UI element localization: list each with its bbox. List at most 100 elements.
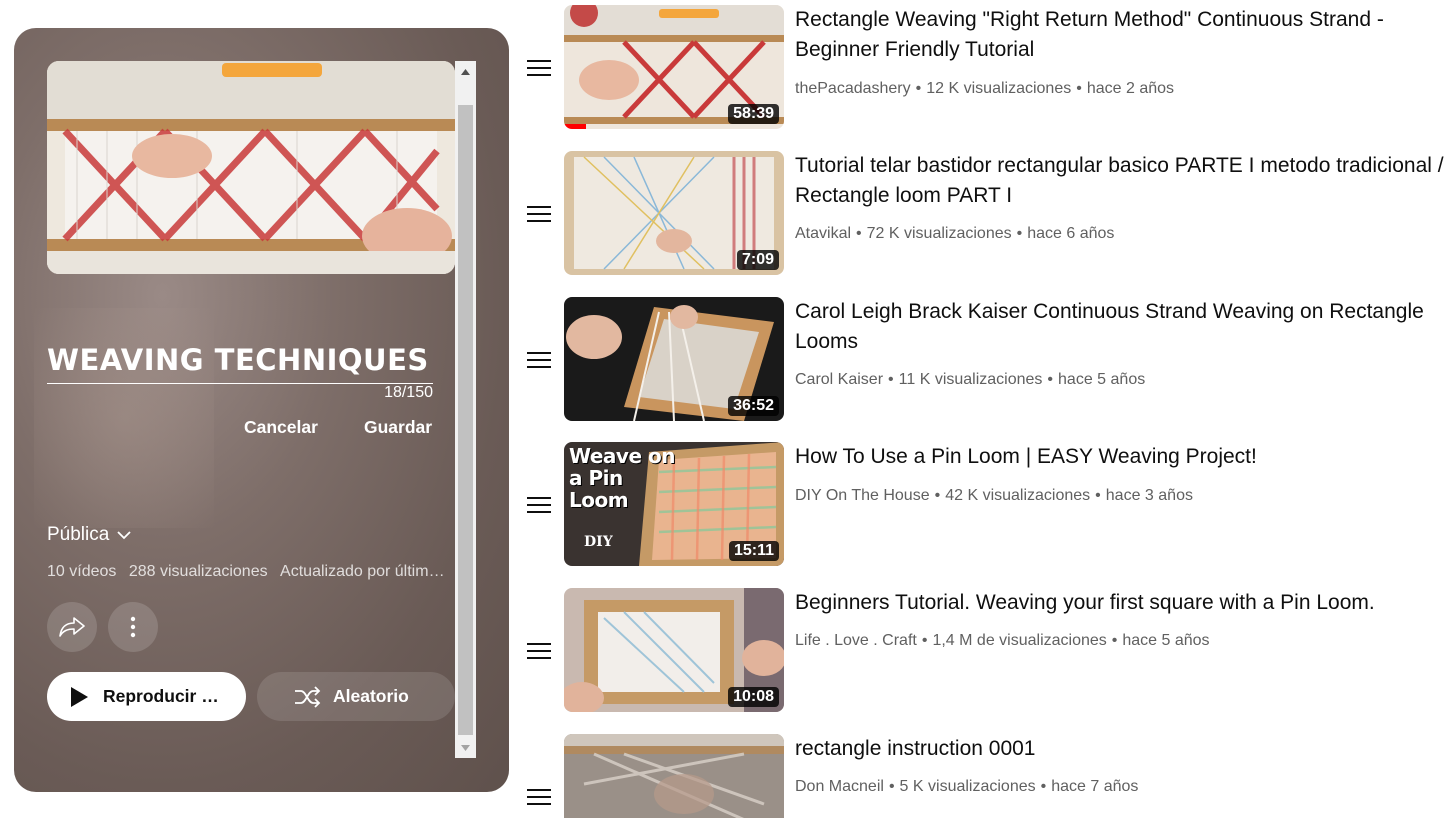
separator: •: [856, 225, 862, 242]
watch-progress-bar: [564, 124, 586, 129]
video-title[interactable]: Rectangle Weaving "Right Return Method" …: [795, 5, 1444, 65]
chevron-down-icon: [117, 531, 131, 540]
video-metadata: thePacadashery • 12 K visualizaciones • hace…: [795, 80, 1174, 98]
scrollbar-thumb[interactable]: [458, 105, 473, 735]
video-duration: 7:09: [736, 250, 779, 270]
video-metadata: Don Macneil • 5 K visualizaciones • hace 7 a…: [795, 778, 1138, 796]
play-all-button[interactable]: Reproducir todo: [47, 672, 246, 721]
playlist-video-row[interactable]: 36:52 Carol Leigh Brack Kaiser Continuou…: [524, 297, 1444, 421]
separator: •: [1095, 487, 1101, 504]
video-age: hace 5 años: [1122, 632, 1210, 649]
playlist-title-input[interactable]: WEAVING TECHNIQUES: [47, 343, 433, 384]
channel-name[interactable]: thePacadashery: [795, 80, 911, 97]
scroll-up-arrow[interactable]: [455, 61, 476, 82]
separator: •: [888, 778, 895, 795]
drag-handle-icon[interactable]: [527, 789, 551, 805]
last-updated: Actualizado por última vez: [280, 563, 448, 580]
shuffle-button[interactable]: Aleatorio: [257, 672, 455, 721]
video-count: 10 vídeos: [47, 563, 117, 580]
video-title[interactable]: Carol Leigh Brack Kaiser Continuous Stra…: [795, 297, 1444, 357]
drag-handle-icon[interactable]: [527, 60, 551, 76]
triangle-up-icon: [461, 68, 470, 75]
video-duration: 58:39: [728, 104, 779, 124]
video-duration: 36:52: [728, 396, 779, 416]
video-thumbnail[interactable]: [564, 734, 784, 818]
playlist-header-scroll-area: WEAVING TECHNIQUES 18/150 Cancelar Guard…: [47, 61, 475, 791]
thumbnail-image: [564, 734, 784, 818]
more-actions-button[interactable]: [108, 602, 158, 652]
video-thumbnail[interactable]: 7:09: [564, 151, 784, 275]
drag-handle-icon[interactable]: [527, 643, 551, 659]
playlist-cover-image[interactable]: [47, 61, 455, 274]
share-icon: [59, 617, 85, 637]
triangle-down-icon: [461, 744, 470, 751]
separator: •: [934, 487, 941, 504]
playlist-header-panel: WEAVING TECHNIQUES 18/150 Cancelar Guard…: [14, 28, 509, 792]
playlist-video-row[interactable]: 7:09 Tutorial telar bastidor rectangular…: [524, 151, 1444, 275]
video-title[interactable]: rectangle instruction 0001: [795, 734, 1444, 764]
playlist-video-row[interactable]: 10:08 Beginners Tutorial. Weaving your f…: [524, 588, 1444, 712]
drag-handle-icon[interactable]: [527, 352, 551, 368]
video-metadata: Atavikal • 72 K visualizaciones • hace 6 año…: [795, 225, 1114, 243]
separator: •: [1040, 778, 1047, 795]
share-button[interactable]: [47, 602, 97, 652]
playlist-video-row[interactable]: 58:39 Rectangle Weaving "Right Return Me…: [524, 5, 1444, 129]
playlist-stats: 10 vídeos 288 visualizaciones Actualizad…: [47, 563, 451, 581]
video-views: 11 K visualizaciones: [898, 371, 1043, 388]
separator: •: [1111, 632, 1118, 649]
privacy-dropdown[interactable]: Pública: [47, 524, 133, 546]
save-button[interactable]: Guardar: [364, 417, 432, 438]
channel-name[interactable]: Atavikal: [795, 225, 851, 242]
channel-name[interactable]: DIY On The House: [795, 487, 930, 504]
thumbnail-overlay-text: Weave on a Pin Loom: [569, 444, 675, 512]
separator: •: [921, 632, 928, 649]
separator: •: [888, 371, 894, 388]
video-title[interactable]: How To Use a Pin Loom | EASY Weaving Pro…: [795, 442, 1444, 472]
svg-text:DIY: DIY: [584, 534, 614, 550]
cover-loom-illustration: [47, 61, 455, 274]
cancel-button[interactable]: Cancelar: [244, 417, 318, 438]
shuffle-label: Aleatorio: [333, 686, 409, 706]
video-views: 12 K visualizaciones: [926, 80, 1072, 97]
more-vert-icon: [130, 616, 136, 638]
separator: •: [1016, 225, 1023, 242]
channel-name[interactable]: Life . Love . Craft: [795, 632, 917, 649]
video-views: 5 K visualizaciones: [899, 778, 1036, 795]
video-age: hace 3 años: [1105, 487, 1193, 504]
separator: •: [1047, 371, 1054, 388]
privacy-label: Pública: [47, 524, 110, 545]
video-age: hace 2 años: [1086, 80, 1175, 97]
video-age: hace 7 años: [1051, 778, 1139, 795]
video-title[interactable]: Tutorial telar bastidor rectangular basi…: [795, 151, 1444, 211]
video-views: 72 K visualizaciones: [866, 225, 1012, 242]
video-thumbnail[interactable]: 10:08: [564, 588, 784, 712]
separator: •: [915, 80, 922, 97]
video-metadata: DIY On The House • 42 K visualizaciones • ha…: [795, 487, 1193, 505]
video-duration: 15:11: [728, 541, 779, 561]
video-duration: 10:08: [728, 687, 779, 707]
shuffle-icon: [295, 685, 321, 708]
video-views: 1,4 M de visualizaciones: [932, 632, 1107, 649]
channel-name[interactable]: Don Macneil: [795, 778, 884, 795]
scroll-down-arrow[interactable]: [455, 737, 476, 758]
view-count: 288 visualizaciones: [128, 563, 268, 580]
separator: •: [1076, 80, 1082, 97]
drag-handle-icon[interactable]: [527, 206, 551, 222]
channel-name[interactable]: Carol Kaiser: [795, 371, 883, 388]
video-thumbnail[interactable]: 58:39: [564, 5, 784, 129]
drag-handle-icon[interactable]: [527, 497, 551, 513]
video-age: hace 6 años: [1027, 225, 1115, 242]
playlist-video-row[interactable]: DIY Weave on a Pin Loom 15:11 How To Use…: [524, 442, 1444, 566]
playlist-video-row[interactable]: rectangle instruction 0001 Don Macneil • 5…: [524, 734, 1444, 818]
video-thumbnail[interactable]: 36:52: [564, 297, 784, 421]
video-views: 42 K visualizaciones: [945, 487, 1091, 504]
video-metadata: Carol Kaiser • 11 K visualizaciones • hace 5…: [795, 371, 1145, 389]
play-icon: [71, 686, 88, 707]
video-metadata: Life . Love . Craft • 1,4 M de visualizaci…: [795, 632, 1210, 650]
title-character-count: 18/150: [384, 384, 433, 401]
playlist-header-scrollbar[interactable]: [455, 61, 476, 758]
video-age: hace 5 años: [1058, 371, 1146, 388]
video-title[interactable]: Beginners Tutorial. Weaving your first s…: [795, 588, 1444, 618]
video-thumbnail[interactable]: DIY Weave on a Pin Loom 15:11: [564, 442, 784, 566]
play-all-label: Reproducir todo: [103, 686, 223, 706]
